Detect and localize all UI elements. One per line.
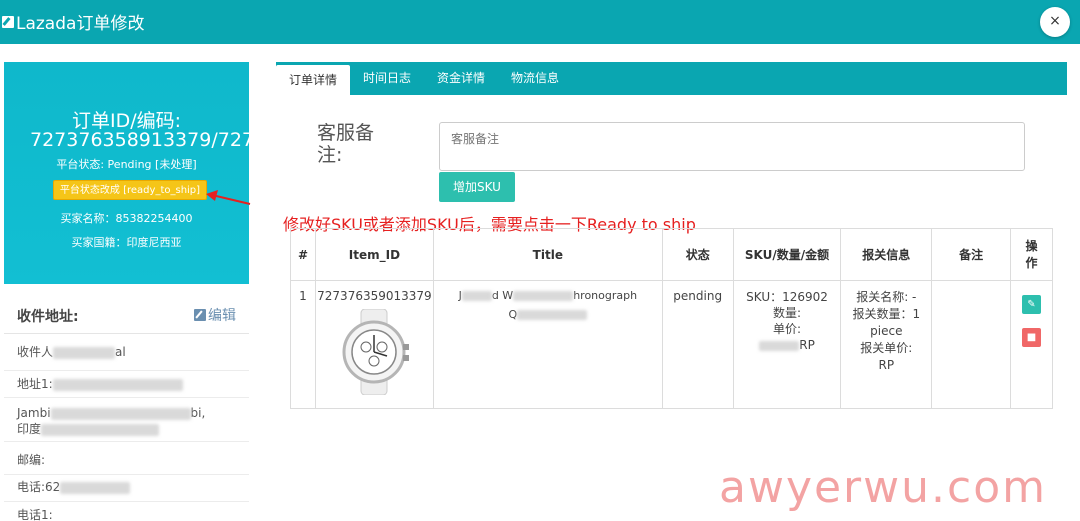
remark-input[interactable] (439, 122, 1025, 171)
buyer-name: 买家名称：85382254400 (60, 212, 193, 225)
address-line-detail: Jambi bi, 印度 (4, 398, 249, 442)
item-id: 727376359013379 (317, 289, 432, 303)
customs-name: 报关名称: - (856, 290, 917, 304)
address-heading: 收件地址: (17, 309, 79, 325)
tab-logistics[interactable]: 物流信息 (498, 62, 572, 95)
col-header-customs: 报关信息 (840, 228, 933, 281)
actions-cell: ✎ ■ (1009, 280, 1054, 409)
recipient-label: 收件人 (17, 345, 54, 359)
modal-title-text: Lazada订单修改 (16, 14, 145, 34)
modal-title: Lazada订单修改 (2, 9, 144, 34)
delete-row-button[interactable]: ■ (1021, 328, 1041, 347)
col-header-sku: SKU/数量/金额 (732, 228, 842, 281)
address-recipient: 收件人 al (4, 334, 249, 371)
product-image (335, 308, 413, 396)
col-header-status: 状态 (661, 228, 734, 281)
phone1-label: 电话1: (17, 508, 53, 521)
row-index: 1 (290, 280, 316, 409)
sku-cell: SKU：126902 数量: 单价: RP (732, 280, 842, 409)
platform-status: 平台状态: Pending [未处理] (56, 158, 197, 171)
customs-price-value: RP (878, 358, 895, 372)
redacted-text (41, 423, 160, 436)
tab-time-log[interactable]: 时间日志 (350, 62, 424, 95)
customs-unit: piece (870, 324, 903, 338)
buyer-country: 买家国籍：印度尼西亚 (71, 236, 182, 249)
edit-icon (2, 15, 14, 28)
address-line1: 地址1: (4, 371, 249, 398)
sku-price-value: RP (799, 338, 815, 352)
sku-code: SKU：126902 (746, 290, 828, 304)
title-end: hronograph (573, 289, 638, 302)
address-detail-prefix: Jambi (17, 406, 51, 420)
redacted-text (513, 291, 574, 301)
address1-label: 地址1: (17, 377, 53, 391)
col-header-title: Title (432, 228, 663, 281)
add-sku-button[interactable]: 增加SKU (439, 172, 515, 202)
pencil-icon: ✎ (1027, 299, 1036, 310)
address-header: 收件地址: 编辑 (4, 296, 249, 334)
col-header-actions: 操作 (1009, 228, 1054, 281)
recipient-suffix: al (115, 345, 126, 359)
sku-price: 单价: (773, 322, 802, 336)
annotation-arrow (206, 190, 251, 205)
tab-fund-detail[interactable]: 资金详情 (424, 62, 498, 95)
edit-row-button[interactable]: ✎ (1021, 295, 1041, 314)
title-mid: d W (491, 289, 514, 302)
redacted-text (759, 340, 800, 351)
watermark: awyerwu.com (719, 462, 1047, 513)
table-row: 1 727376359013379 J d W hronograph Q pen… (290, 280, 1054, 409)
table-header-row: # Item_ID Title 状态 SKU/数量/金额 报关信息 备注 操作 (290, 228, 1054, 281)
col-header-index: # (290, 228, 316, 281)
address-phone: 电话:62 (4, 475, 249, 502)
close-button[interactable]: × (1040, 7, 1070, 37)
redacted-text (53, 346, 116, 359)
item-id-cell: 727376359013379 (314, 280, 434, 409)
sku-table: # Item_ID Title 状态 SKU/数量/金额 报关信息 备注 操作 … (290, 228, 1054, 409)
tab-order-detail[interactable]: 订单详情 (276, 65, 351, 95)
redacted-text (517, 310, 588, 320)
title-line2: Q (508, 308, 518, 321)
title-cell: Jd Whronograph Q (432, 280, 663, 409)
order-id-value: 727376358913379/7273 (30, 129, 249, 151)
change-status-button[interactable]: 平台状态改成 [ready_to_ship] (53, 180, 207, 200)
modal-header: Lazada订单修改 × (0, 0, 1080, 44)
edit-address-label: 编辑 (208, 308, 236, 324)
col-header-remark: 备注 (931, 228, 1011, 281)
address-detail-suffix: bi, (190, 406, 206, 420)
redacted-text (461, 291, 492, 301)
customs-price: 报关单价: (860, 341, 913, 355)
redacted-text (50, 407, 191, 420)
edit-address-link[interactable]: 编辑 (194, 305, 236, 325)
address-country-prefix: 印度 (17, 422, 42, 436)
remark-label: 客服备注: (317, 122, 375, 166)
address-postcode: 邮编: (4, 442, 249, 475)
postcode-label: 邮编: (17, 453, 46, 467)
customs-qty: 报关数量：1 (852, 307, 921, 321)
sku-qty: 数量: (773, 306, 802, 320)
col-header-item-id: Item_ID (314, 228, 434, 281)
edit-icon (194, 309, 206, 321)
phone-label: 电话:62 (17, 480, 61, 494)
tab-bar: 订单详情 时间日志 资金详情 物流信息 (276, 62, 1067, 95)
redacted-text (60, 481, 131, 494)
customs-cell: 报关名称: - 报关数量：1 piece 报关单价: RP (840, 280, 933, 409)
status-cell: pending (661, 280, 734, 409)
order-summary-card: 订单ID/编码: 727376358913379/7273 平台状态: Pend… (4, 62, 249, 284)
redacted-text (52, 378, 183, 391)
remark-cell (931, 280, 1011, 409)
trash-icon: ■ (1026, 332, 1037, 343)
address-phone1: 电话1: (4, 502, 249, 521)
